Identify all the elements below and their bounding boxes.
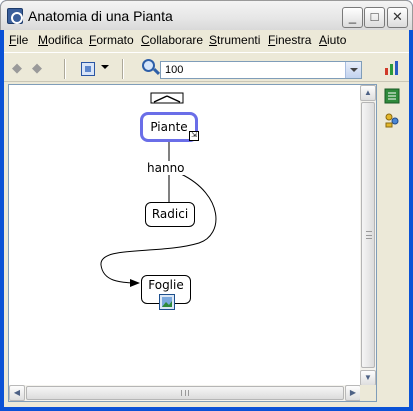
horizontal-scroll-thumb[interactable] — [26, 386, 344, 400]
scroll-left-button[interactable]: ◀ — [9, 385, 25, 401]
cmaptools-app-icon[interactable] — [7, 8, 23, 24]
horizontal-scrollbar[interactable]: ◀ ▶ — [9, 385, 361, 401]
menu-collaborare[interactable]: Collaborare — [141, 33, 203, 47]
toolbar-separator — [122, 59, 124, 79]
concept-node-radici[interactable]: Radici — [145, 202, 195, 227]
toolbar: ◆ ◆ 100 — [4, 52, 409, 82]
scroll-up-button[interactable]: ▲ — [360, 85, 376, 101]
cmap-canvas-frame: Piante ⇲ hanno Radici Foglie ▲ ▼ ◀ ▶ — [8, 84, 377, 402]
menu-formato[interactable]: Formato — [89, 33, 134, 47]
zoom-dropdown-button[interactable] — [345, 62, 361, 78]
styles-palette-icon[interactable] — [383, 59, 401, 77]
vertical-scroll-grip-icon — [366, 231, 372, 239]
zoom-combobox[interactable]: 100 — [160, 61, 362, 79]
concept-node-foglie-label: Foglie — [148, 278, 184, 292]
title-bar[interactable]: Anatomia di una Pianta _ □ ✕ — [0, 0, 413, 30]
curved-link-line — [100, 173, 217, 287]
toolbar-separator — [64, 59, 66, 79]
menu-strumenti[interactable]: Strumenti — [209, 33, 260, 47]
cmap-canvas[interactable]: Piante ⇲ hanno Radici Foglie — [9, 85, 361, 386]
vertical-scrollbar[interactable]: ▲ ▼ — [360, 85, 376, 386]
node-link-icon[interactable]: ⇲ — [189, 131, 199, 141]
minimize-button[interactable]: _ — [342, 7, 363, 28]
side-panel — [381, 84, 409, 164]
view-mode-icon — [81, 62, 95, 76]
window-title: Anatomia di una Pianta — [28, 8, 173, 24]
zoom-handle-icon — [152, 67, 161, 76]
list-view-icon[interactable] — [384, 88, 400, 104]
menu-modifica[interactable]: Modifica — [38, 33, 83, 47]
scroll-down-button[interactable]: ▼ — [360, 370, 376, 386]
zoom-value: 100 — [165, 64, 184, 76]
window-client-area: File Modifica Formato Collaborare Strume… — [4, 30, 409, 407]
view-mode-button[interactable] — [79, 59, 99, 79]
menu-file[interactable]: File — [9, 33, 28, 47]
forward-arrow-icon[interactable]: ◆ — [30, 61, 44, 75]
zoom-icon[interactable] — [142, 59, 161, 77]
back-arrow-icon[interactable]: ◆ — [10, 61, 24, 75]
horizontal-scroll-grip-icon — [181, 390, 189, 396]
menu-bar: File Modifica Formato Collaborare Strume… — [4, 30, 409, 49]
vertical-scroll-thumb[interactable] — [361, 102, 375, 368]
application-window: Anatomia di una Pianta _ □ ✕ File Modifi… — [0, 0, 413, 411]
close-button[interactable]: ✕ — [387, 7, 408, 28]
menu-finestra[interactable]: Finestra — [268, 33, 311, 47]
linking-phrase-hanno[interactable]: hanno — [147, 161, 185, 175]
view-mode-dropdown-icon[interactable] — [101, 65, 109, 69]
scroll-corner — [360, 385, 376, 401]
scroll-right-button[interactable]: ▶ — [345, 385, 361, 401]
image-resource-icon[interactable] — [159, 294, 175, 310]
collaboration-icon[interactable] — [384, 112, 400, 128]
menu-aiuto[interactable]: Aiuto — [319, 33, 346, 47]
maximize-button[interactable]: □ — [364, 7, 385, 28]
